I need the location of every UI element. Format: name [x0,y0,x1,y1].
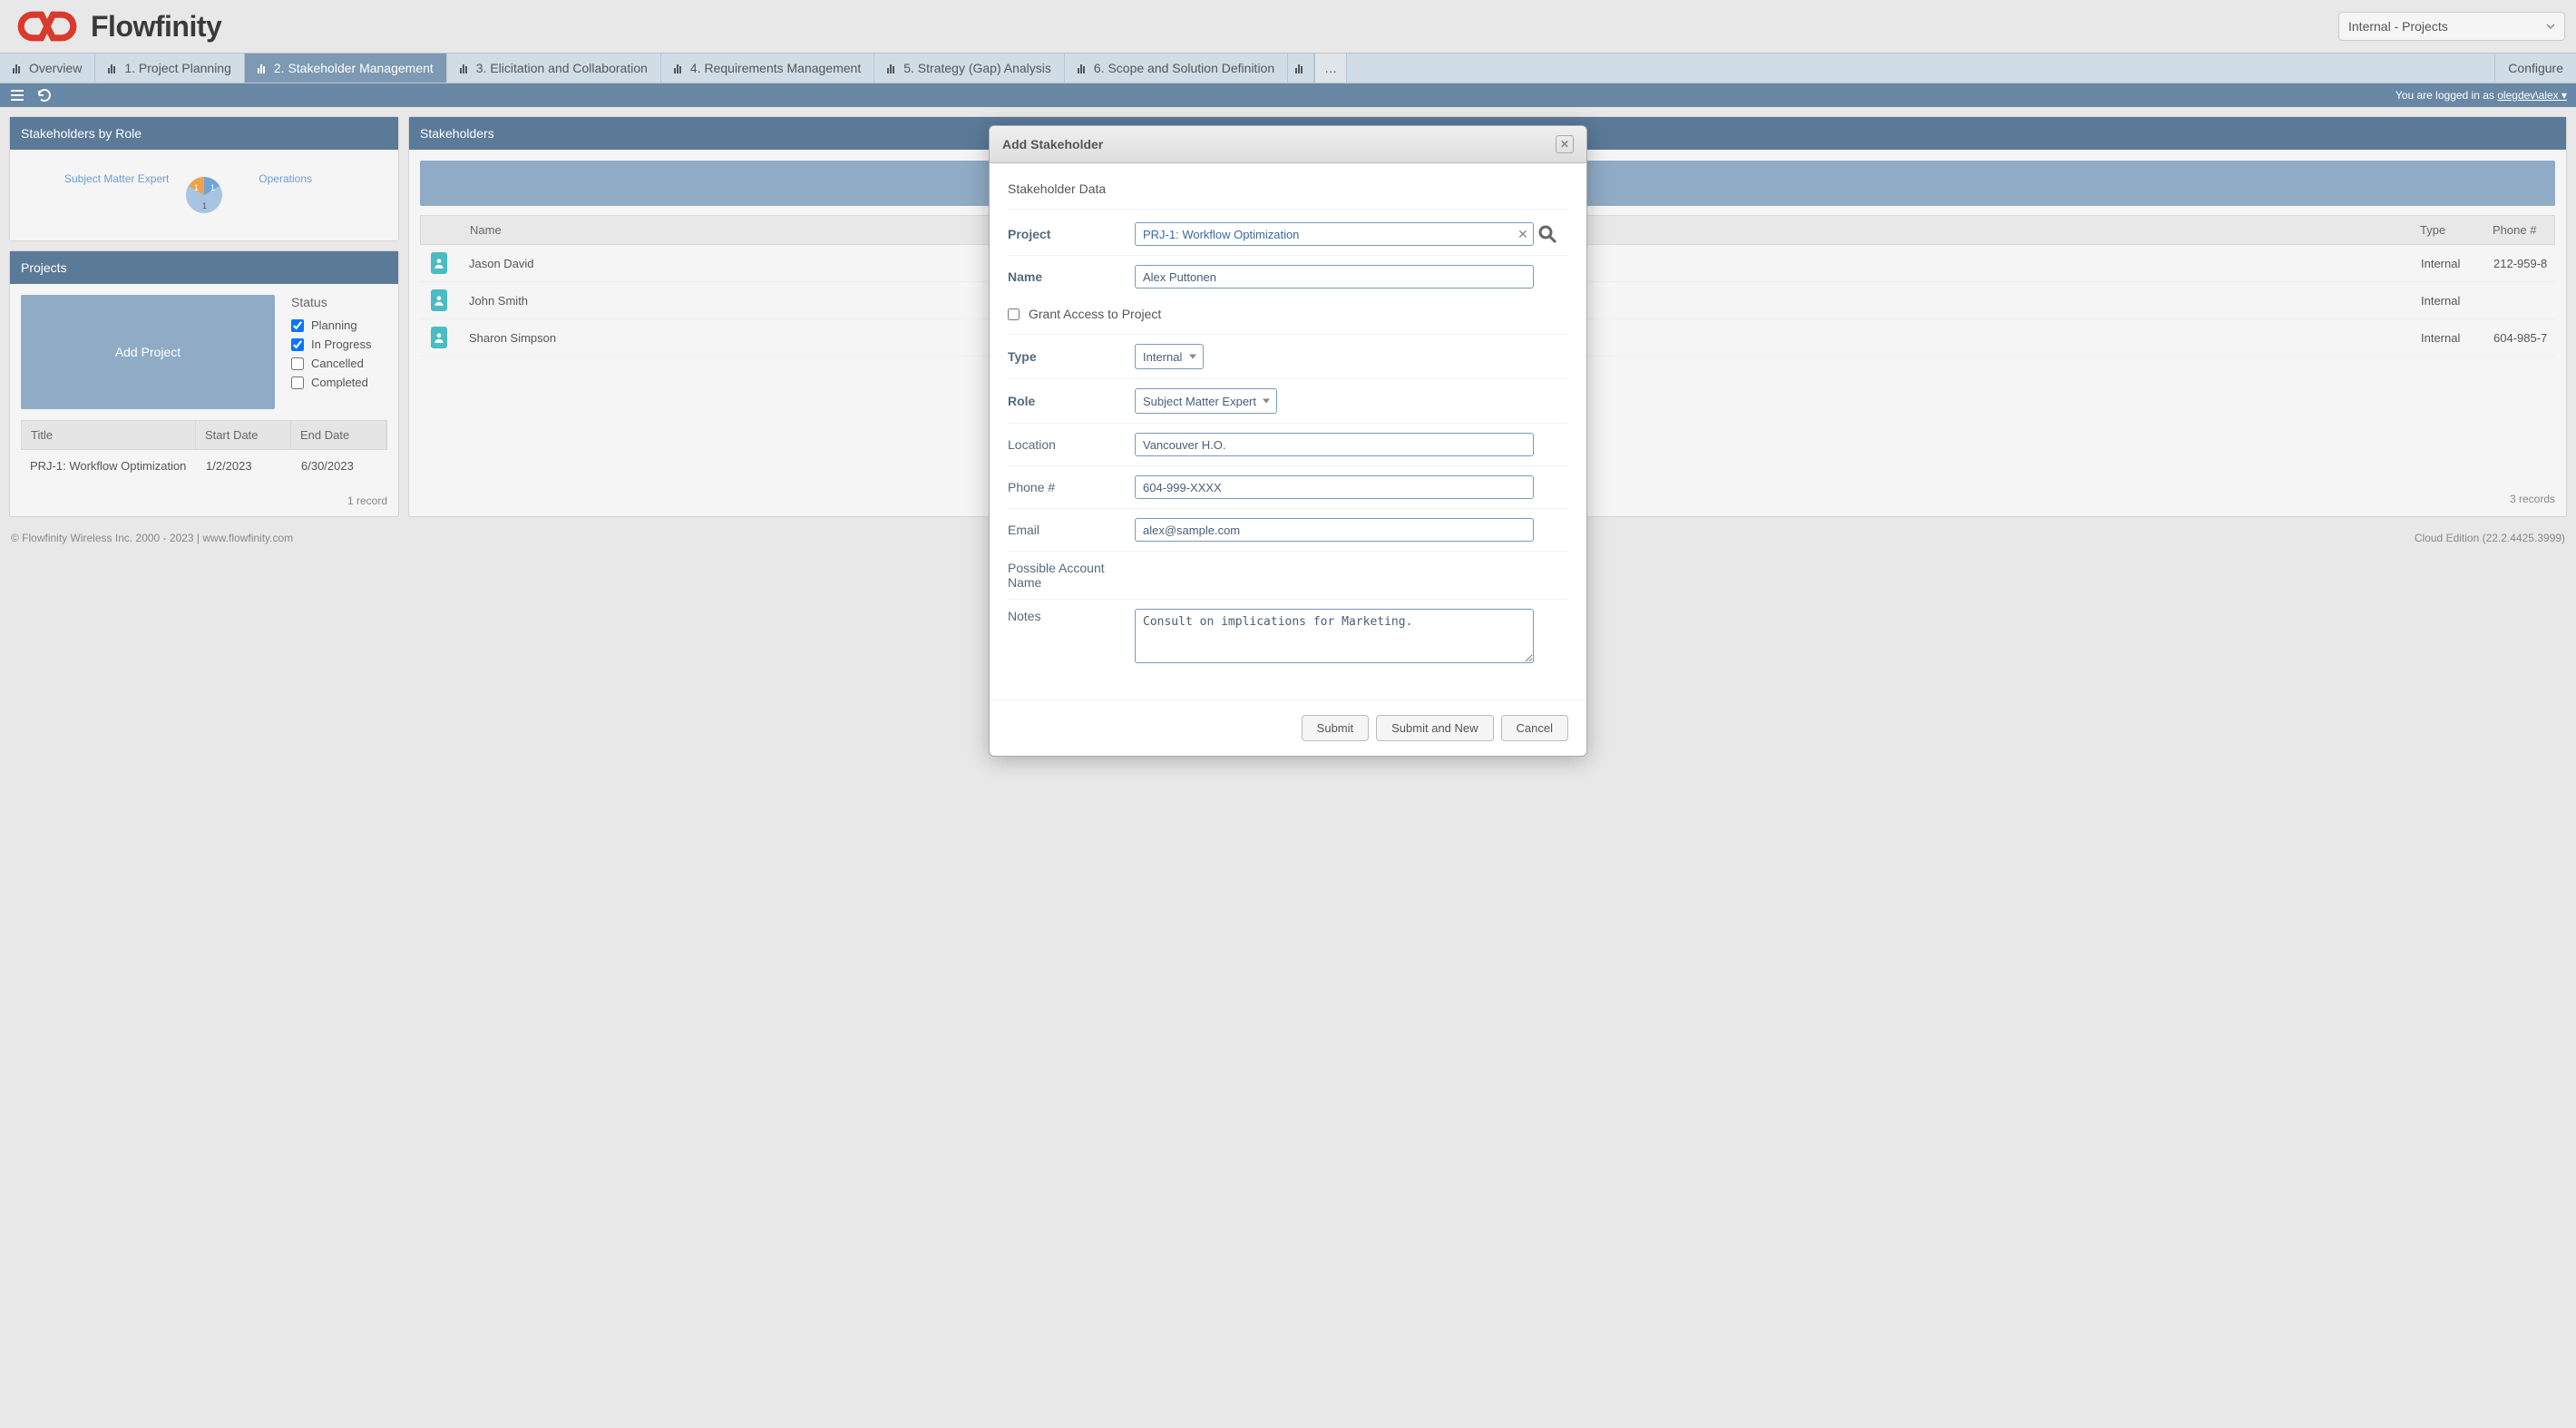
submit-new-button[interactable]: Submit and New [1376,715,1493,741]
search-icon[interactable] [1537,224,1557,244]
label-phone: Phone # [1008,480,1135,494]
clear-icon[interactable]: ✕ [1517,227,1528,242]
label-grant: Grant Access to Project [1029,307,1161,321]
label-email: Email [1008,523,1135,537]
type-select[interactable]: Internal [1135,344,1204,369]
label-notes: Notes [1008,609,1135,623]
submit-button[interactable]: Submit [1302,715,1369,741]
grant-access-checkbox[interactable] [1008,308,1020,320]
label-role: Role [1008,394,1135,408]
label-account: Possible Account Name [1008,561,1135,590]
phone-input[interactable] [1135,475,1534,499]
project-input[interactable] [1135,222,1534,246]
cancel-button[interactable]: Cancel [1501,715,1568,741]
label-location: Location [1008,437,1135,452]
notes-textarea[interactable]: Consult on implications for Marketing. [1135,609,1534,663]
email-input[interactable] [1135,518,1534,542]
section-title: Stakeholder Data [1008,172,1568,210]
close-icon[interactable]: ✕ [1556,135,1574,153]
dialog-title: Add Stakeholder [1002,137,1103,152]
name-input[interactable] [1135,265,1534,289]
location-input[interactable] [1135,433,1534,456]
label-name: Name [1008,269,1135,284]
role-select[interactable]: Subject Matter Expert [1135,388,1277,414]
label-type: Type [1008,349,1135,364]
modal-overlay: Add Stakeholder ✕ Stakeholder Data Proje… [0,0,2576,1428]
add-stakeholder-dialog: Add Stakeholder ✕ Stakeholder Data Proje… [989,125,1587,757]
label-project: Project [1008,227,1135,241]
